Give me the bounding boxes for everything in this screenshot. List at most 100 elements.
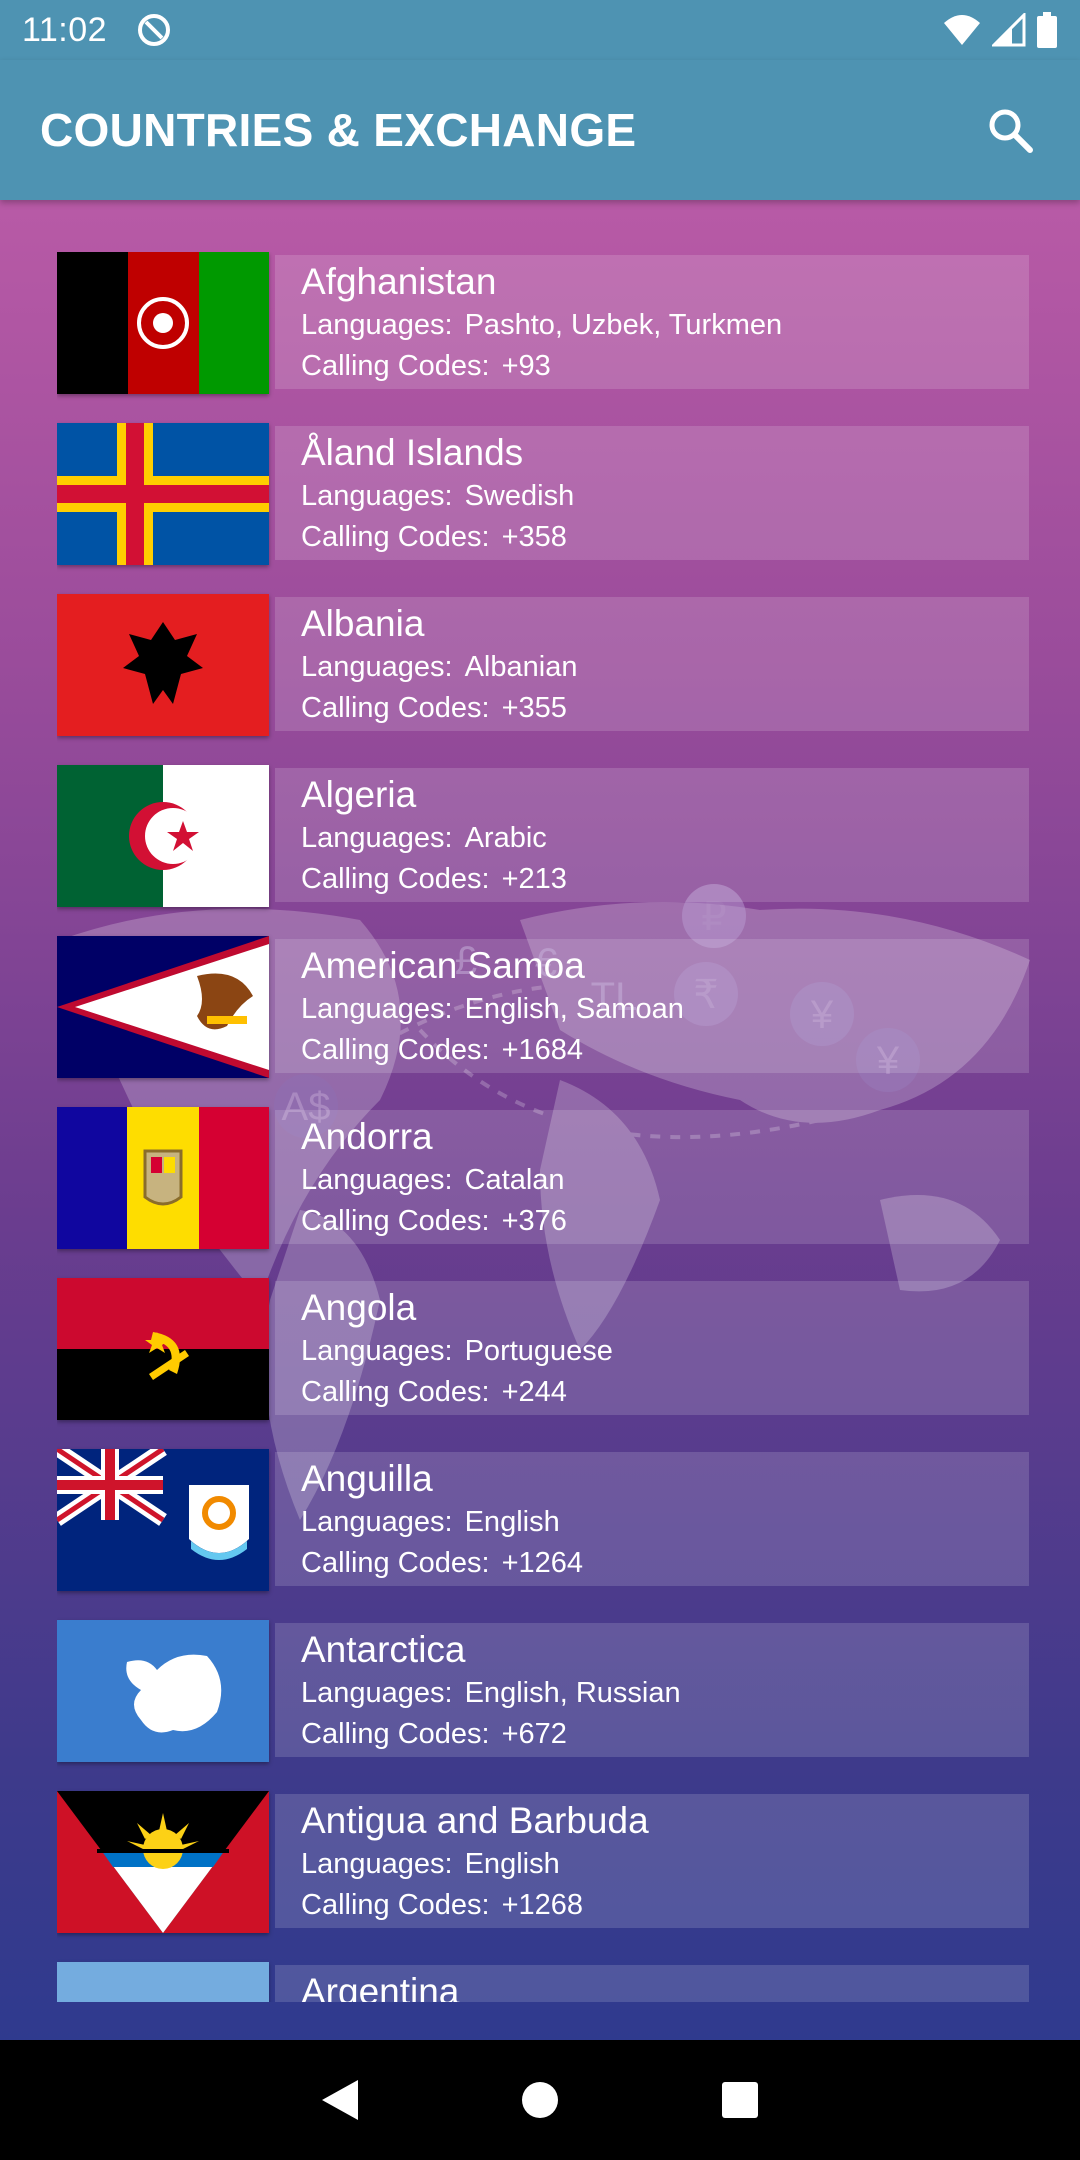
country-name: Antigua and Barbuda bbox=[301, 1800, 649, 1841]
calling-codes-label: Calling Codes: bbox=[301, 1547, 490, 1579]
calling-codes-row: Calling Codes: +93 bbox=[301, 346, 1029, 387]
country-name: Åland Islands bbox=[301, 432, 524, 473]
flag-anguilla bbox=[57, 1449, 269, 1591]
languages-label: Languages: bbox=[301, 651, 453, 683]
languages-value: Portuguese bbox=[464, 1335, 613, 1367]
languages-row: Languages: Albanian bbox=[301, 647, 1029, 688]
country-name: Angola bbox=[301, 1287, 417, 1328]
calling-codes-label: Calling Codes: bbox=[301, 1376, 490, 1408]
languages-value: Albanian bbox=[464, 651, 578, 683]
languages-row: Languages: English, Russian bbox=[301, 1673, 1029, 1714]
wifi-icon bbox=[944, 15, 980, 45]
calling-codes-value: +376 bbox=[501, 1205, 567, 1237]
languages-label: Languages: bbox=[301, 1335, 453, 1367]
country-card[interactable]: Andorra Languages: Catalan Calling Codes:… bbox=[275, 1110, 1029, 1244]
home-icon bbox=[522, 2082, 558, 2118]
country-name: American Samoa bbox=[301, 945, 585, 986]
flag-afghanistan bbox=[57, 252, 269, 394]
languages-row: Languages: English, Samoan bbox=[301, 989, 1029, 1030]
languages-label: Languages: bbox=[301, 309, 453, 341]
country-card[interactable]: Åland Islands Languages: Swedish Calling … bbox=[275, 426, 1029, 560]
languages-row: Languages: English bbox=[301, 1844, 1029, 1885]
country-card[interactable]: Algeria Languages: Arabic Calling Codes: +… bbox=[275, 768, 1029, 902]
status-bar: 11:02 bbox=[0, 0, 1080, 60]
languages-value: English, Samoan bbox=[464, 993, 684, 1025]
flag-american-samoa bbox=[57, 936, 269, 1078]
flag-aland-islands bbox=[57, 423, 269, 565]
calling-codes-value: +244 bbox=[501, 1376, 567, 1408]
calling-codes-row: Calling Codes: +355 bbox=[301, 688, 1029, 729]
country-card[interactable]: Anguilla Languages: English Calling Codes… bbox=[275, 1452, 1029, 1586]
calling-codes-row: Calling Codes: +1684 bbox=[301, 1030, 1029, 1071]
flag-angola bbox=[57, 1278, 269, 1420]
recents-icon bbox=[722, 2082, 758, 2118]
battery-icon bbox=[1037, 12, 1057, 48]
calling-codes-label: Calling Codes: bbox=[301, 1889, 490, 1921]
list-item[interactable]: Anguilla Languages: English Calling Codes… bbox=[57, 1449, 1029, 1620]
list-item[interactable]: Afghanistan Languages: Pashto, Uzbek, Tur… bbox=[57, 252, 1029, 423]
languages-value: English bbox=[464, 1848, 560, 1880]
flag-argentina bbox=[57, 1962, 269, 2002]
list-item[interactable]: American Samoa Languages: English, Samoan… bbox=[57, 936, 1029, 1107]
list-item[interactable]: Argentina bbox=[57, 1962, 1029, 2002]
languages-label: Languages: bbox=[301, 1848, 453, 1880]
back-button[interactable] bbox=[280, 2040, 400, 2160]
recents-button[interactable] bbox=[680, 2040, 800, 2160]
list-item[interactable]: Antigua and Barbuda Languages: English Ca… bbox=[57, 1791, 1029, 1962]
calling-codes-value: +1268 bbox=[501, 1889, 584, 1921]
calling-codes-value: +1684 bbox=[501, 1034, 584, 1066]
search-button[interactable] bbox=[980, 100, 1040, 160]
languages-label: Languages: bbox=[301, 993, 453, 1025]
list-item[interactable]: Andorra Languages: Catalan Calling Codes:… bbox=[57, 1107, 1029, 1278]
country-card[interactable]: Afghanistan Languages: Pashto, Uzbek, Tur… bbox=[275, 255, 1029, 389]
list-item[interactable]: Albania Languages: Albanian Calling Codes… bbox=[57, 594, 1029, 765]
country-card[interactable]: Argentina bbox=[275, 1965, 1029, 2002]
country-name: Albania bbox=[301, 603, 425, 644]
languages-label: Languages: bbox=[301, 480, 453, 512]
country-list[interactable]: Afghanistan Languages: Pashto, Uzbek, Tur… bbox=[57, 252, 1029, 2002]
languages-row: Languages: English bbox=[301, 1502, 1029, 1543]
languages-value: English, Russian bbox=[464, 1677, 681, 1709]
search-icon bbox=[989, 109, 1033, 153]
calling-codes-label: Calling Codes: bbox=[301, 692, 490, 724]
list-item[interactable]: Åland Islands Languages: Swedish Calling … bbox=[57, 423, 1029, 594]
country-card[interactable]: American Samoa Languages: English, Samoan… bbox=[275, 939, 1029, 1073]
languages-label: Languages: bbox=[301, 1677, 453, 1709]
status-icons bbox=[942, 12, 1058, 48]
page-title: COUNTRIES & EXCHANGE bbox=[40, 104, 637, 156]
calling-codes-row: Calling Codes: +1268 bbox=[301, 1885, 1029, 1926]
flag-albania bbox=[57, 594, 269, 736]
calling-codes-label: Calling Codes: bbox=[301, 521, 490, 553]
languages-row: Languages: Portuguese bbox=[301, 1331, 1029, 1372]
calling-codes-value: +355 bbox=[501, 692, 567, 724]
calling-codes-row: Calling Codes: +376 bbox=[301, 1201, 1029, 1242]
home-button[interactable] bbox=[480, 2040, 600, 2160]
languages-row: Languages: Arabic bbox=[301, 818, 1029, 859]
country-name: Algeria bbox=[301, 774, 417, 815]
languages-value: English bbox=[464, 1506, 560, 1538]
country-card[interactable]: Albania Languages: Albanian Calling Codes… bbox=[275, 597, 1029, 731]
list-item[interactable]: Angola Languages: Portuguese Calling Code… bbox=[57, 1278, 1029, 1449]
list-item[interactable]: Algeria Languages: Arabic Calling Codes: +… bbox=[57, 765, 1029, 936]
country-card[interactable]: Antigua and Barbuda Languages: English Ca… bbox=[275, 1794, 1029, 1928]
calling-codes-value: +672 bbox=[501, 1718, 567, 1750]
country-card[interactable]: Angola Languages: Portuguese Calling Code… bbox=[275, 1281, 1029, 1415]
country-name: Afghanistan bbox=[301, 261, 497, 302]
country-name: Andorra bbox=[301, 1116, 433, 1157]
languages-value: Arabic bbox=[464, 822, 547, 854]
country-list-screen: ₽ ₹ ¥ ¥ TL A$ € £ Afghanistan Languages:… bbox=[0, 200, 1080, 2040]
flag-andorra bbox=[57, 1107, 269, 1249]
calling-codes-value: +358 bbox=[501, 521, 567, 553]
flag-antigua-and-barbuda bbox=[57, 1791, 269, 1933]
languages-row: Languages: Catalan bbox=[301, 1160, 1029, 1201]
signal-icon bbox=[992, 13, 1026, 47]
calling-codes-value: +213 bbox=[501, 863, 567, 895]
list-item[interactable]: Antarctica Languages: English, Russian Ca… bbox=[57, 1620, 1029, 1791]
calling-codes-value: +1264 bbox=[501, 1547, 584, 1579]
country-card[interactable]: Antarctica Languages: English, Russian Ca… bbox=[275, 1623, 1029, 1757]
country-name: Anguilla bbox=[301, 1458, 433, 1499]
calling-codes-row: Calling Codes: +244 bbox=[301, 1372, 1029, 1413]
calling-codes-row: Calling Codes: +358 bbox=[301, 517, 1029, 558]
app-bar: COUNTRIES & EXCHANGE bbox=[0, 60, 1080, 200]
flag-antarctica bbox=[57, 1620, 269, 1762]
